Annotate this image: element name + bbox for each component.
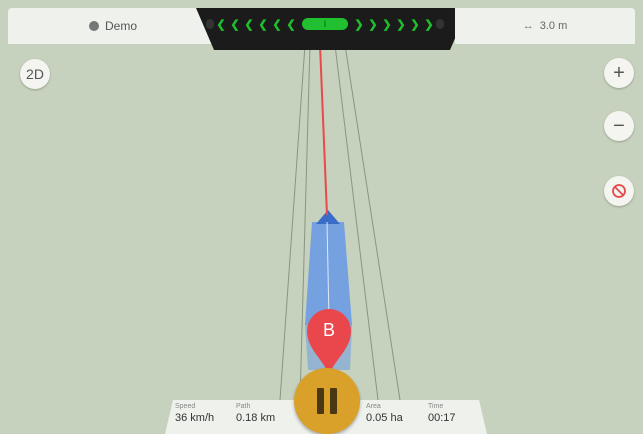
speed-value: 36 km/h xyxy=(175,412,215,424)
globe-icon xyxy=(88,21,99,31)
view-toggle-button[interactable]: 2D xyxy=(20,59,50,89)
lightbar-right-cap xyxy=(436,19,444,29)
field-selector[interactable]: Demo xyxy=(8,8,218,44)
width-arrows-icon: ↔ xyxy=(522,20,534,32)
time-label: Time xyxy=(428,403,444,410)
chevron-left-icon: ❮ xyxy=(286,18,296,31)
time-value: 00:17 xyxy=(428,412,456,424)
no-autosteer-icon xyxy=(612,184,626,198)
guidance-line xyxy=(319,44,328,216)
chevron-left-icon: ❮ xyxy=(272,18,282,31)
pause-icon xyxy=(330,388,337,414)
zoom-in-button[interactable]: + xyxy=(604,58,634,88)
zoom-out-button[interactable]: − xyxy=(604,111,634,141)
swath-right-outer-line xyxy=(344,44,401,401)
point-b-label: B xyxy=(322,319,335,340)
time-stat: Time 00:17 xyxy=(428,403,456,424)
autosteer-button[interactable] xyxy=(604,176,634,206)
chevron-left-icon: ❮ xyxy=(230,18,240,31)
chevron-left-icon: ❮ xyxy=(244,18,254,31)
chevron-right-icon: ❯ xyxy=(354,18,364,31)
chevron-right-icon: ❯ xyxy=(424,18,434,31)
path-value: 0.18 km xyxy=(236,412,276,424)
lightbar-center: I xyxy=(302,18,348,30)
lightbar-left-cap xyxy=(206,19,214,29)
chevron-right-icon: ❯ xyxy=(382,18,392,31)
implement-width[interactable]: ↔ 3.0 m xyxy=(455,8,635,44)
chevron-right-icon: ❯ xyxy=(410,18,420,31)
chevron-left-icon: ❮ xyxy=(216,18,226,31)
path-stat: Path 0.18 km xyxy=(236,403,275,424)
area-stat: Area 0.05 ha xyxy=(366,403,403,424)
area-label: Area xyxy=(366,403,381,410)
area-value: 0.05 ha xyxy=(366,412,403,424)
chevron-left-icon: ❮ xyxy=(258,18,268,31)
top-bar: Demo ❮ ❮ ❮ ❮ ❮ ❮ I ❯ ❯ ❯ ❯ ❯ ❯ ↔ 3.0 m xyxy=(0,0,643,50)
speed-label: Speed xyxy=(175,403,196,410)
lightbar: ❮ ❮ ❮ ❮ ❮ ❮ I ❯ ❯ ❯ ❯ ❯ ❯ xyxy=(206,18,446,31)
path-label: Path xyxy=(236,403,251,410)
chevron-right-icon: ❯ xyxy=(396,18,406,31)
speed-stat: Speed 36 km/h xyxy=(175,403,214,424)
pause-icon xyxy=(317,388,324,414)
field-name: Demo xyxy=(104,19,137,33)
chevron-right-icon: ❯ xyxy=(368,18,378,31)
implement-width-value: 3.0 m xyxy=(539,20,568,32)
vehicle-arrow xyxy=(316,210,340,224)
pause-button[interactable] xyxy=(294,368,360,434)
